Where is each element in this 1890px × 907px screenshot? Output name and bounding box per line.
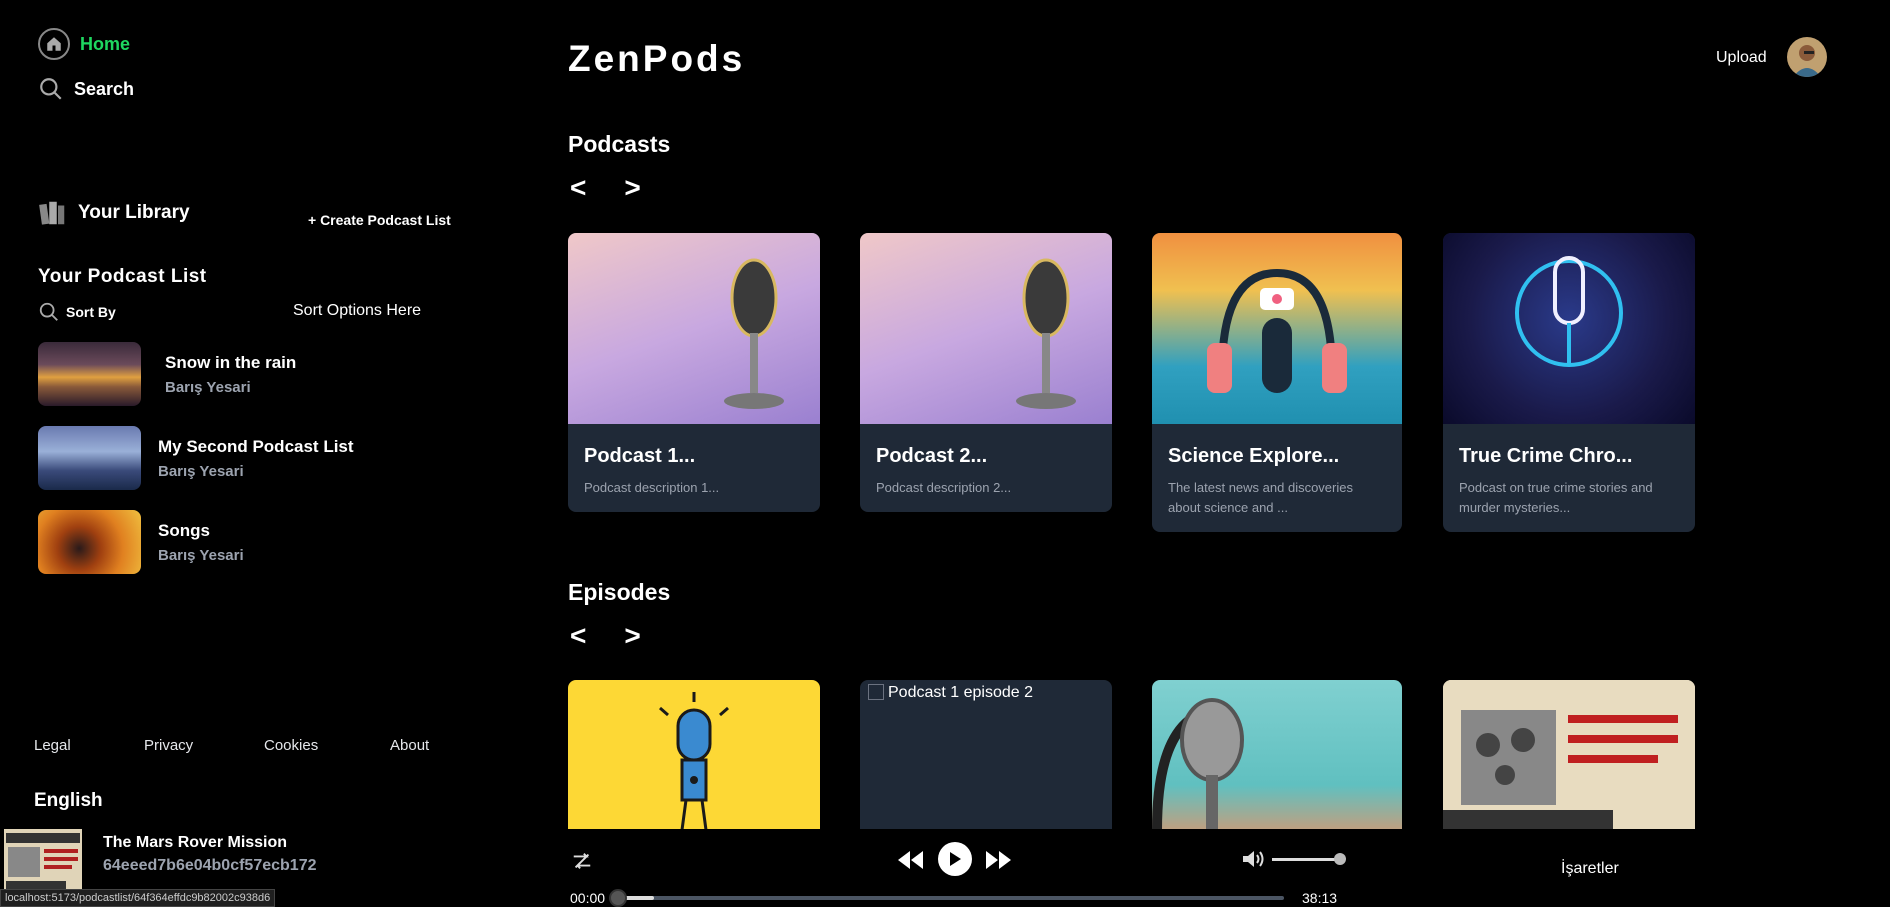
microphone-icon xyxy=(659,692,729,830)
podcast-card-description: Podcast description 1... xyxy=(584,480,720,495)
episode-card[interactable]: Podcast 1 episode 2 xyxy=(860,680,1112,830)
status-url: localhost:5173/podcastlist/64f364effdc9b… xyxy=(0,889,276,907)
episodes-carousel-nav: < > xyxy=(570,620,641,652)
library-icon xyxy=(39,201,65,225)
nav-home-label: Home xyxy=(80,33,131,54)
playlist-item[interactable]: My Second Podcast List Barış Yesari xyxy=(38,426,354,490)
sort-options[interactable]: Sort Options Here xyxy=(293,302,421,320)
upload-button[interactable]: Upload xyxy=(1716,49,1767,67)
app-root: Home Search Your Library + Create Podcas… xyxy=(0,0,1890,907)
markers-button[interactable]: İşaretler xyxy=(1561,860,1619,878)
nav-search[interactable]: Search xyxy=(38,76,134,102)
episode-cover xyxy=(1443,680,1695,830)
microphone-icon xyxy=(1152,698,1244,830)
progress-bar-handle[interactable] xyxy=(609,889,627,907)
episode-image-broken: Podcast 1 episode 2 xyxy=(860,680,1112,706)
podcast-card-description: Podcast on true crime stories and murder… xyxy=(1459,480,1653,515)
playlist-name: My Second Podcast List xyxy=(158,436,354,456)
app-logo: ZenPods xyxy=(568,38,746,79)
prev-arrow-button[interactable]: < xyxy=(570,172,586,204)
prev-arrow-button[interactable]: < xyxy=(570,620,586,652)
podcast-card-title: True Crime Chro... xyxy=(1459,445,1633,467)
podcast-cover xyxy=(1152,233,1402,424)
rewind-icon xyxy=(898,851,923,869)
podcast-card[interactable]: Podcast 1... Podcast description 1... xyxy=(568,233,820,512)
create-podcast-list-button[interactable]: + Create Podcast List xyxy=(308,212,451,228)
podcast-card-description: The latest news and discoveries about sc… xyxy=(1168,480,1353,515)
search-icon xyxy=(40,78,62,100)
episodes-section-title: Episodes xyxy=(568,579,671,605)
footer-link-about[interactable]: About xyxy=(390,737,429,754)
podcasts-carousel-nav: < > xyxy=(570,172,641,204)
library-label: Your Library xyxy=(78,202,190,223)
playlist-item[interactable]: Snow in the rain Barış Yesari xyxy=(38,342,296,406)
playlist-author: Barış Yesari xyxy=(158,546,244,564)
next-arrow-button[interactable]: > xyxy=(624,620,640,652)
now-playing-title: The Mars Rover Mission xyxy=(103,834,288,851)
search-icon xyxy=(39,302,58,321)
podcast-cover xyxy=(568,233,820,424)
footer-link-cookies[interactable]: Cookies xyxy=(264,737,318,754)
podcast-card[interactable]: Podcast 2... Podcast description 2... xyxy=(860,233,1112,512)
playlist-author: Barış Yesari xyxy=(165,378,251,396)
podcast-cover xyxy=(860,233,1112,424)
episode-card[interactable] xyxy=(568,680,820,830)
volume-button[interactable] xyxy=(1240,848,1266,870)
sort-by-label: Sort By xyxy=(66,304,116,320)
shuffle-icon xyxy=(573,853,591,869)
podcast-card-title: Podcast 1... xyxy=(584,445,696,467)
sort-by-button[interactable]: Sort By xyxy=(38,301,116,323)
language-selector[interactable]: English xyxy=(34,790,103,812)
library-header[interactable]: Your Library xyxy=(38,198,190,228)
broken-image-icon xyxy=(868,684,884,700)
playlist-author: Barış Yesari xyxy=(158,462,244,480)
playlist-item[interactable]: Songs Barış Yesari xyxy=(38,510,244,574)
home-icon xyxy=(38,28,70,60)
next-arrow-button[interactable]: > xyxy=(624,172,640,204)
podcast-list-title: Your Podcast List xyxy=(38,266,207,287)
time-total: 38:13 xyxy=(1302,890,1338,906)
playlist-thumbnail xyxy=(38,342,141,406)
nav-home[interactable]: Home xyxy=(38,28,130,60)
podcast-card-title: Science Explore... xyxy=(1168,445,1340,467)
volume-slider-handle[interactable] xyxy=(1334,853,1346,865)
shuffle-button[interactable] xyxy=(570,849,594,873)
now-playing-cover xyxy=(4,829,82,893)
nav-search-label: Search xyxy=(74,78,135,99)
play-icon xyxy=(950,852,961,866)
episode-card[interactable] xyxy=(1152,680,1402,830)
playlist-thumbnail xyxy=(38,426,141,490)
rewind-button[interactable] xyxy=(895,847,925,873)
podcast-card-description: Podcast description 2... xyxy=(876,480,1012,495)
episode-image-alt: Podcast 1 episode 2 xyxy=(888,684,1033,701)
podcast-card[interactable]: True Crime Chro... Podcast on true crime… xyxy=(1443,233,1695,532)
progress-bar[interactable] xyxy=(609,889,1284,907)
avatar[interactable] xyxy=(1787,37,1827,77)
episode-card[interactable] xyxy=(1443,680,1695,830)
play-button[interactable] xyxy=(938,842,972,876)
footer-link-privacy[interactable]: Privacy xyxy=(144,737,193,754)
playlist-thumbnail xyxy=(38,510,141,574)
podcasts-section-title: Podcasts xyxy=(568,131,671,157)
podcast-card[interactable]: Science Explore... The latest news and d… xyxy=(1152,233,1402,532)
fast-forward-icon xyxy=(986,851,1011,869)
playlist-name: Snow in the rain xyxy=(165,352,297,372)
playlist-name: Songs xyxy=(158,520,210,540)
volume-icon xyxy=(1243,851,1264,867)
podcast-card-title: Podcast 2... xyxy=(876,445,988,467)
now-playing-subtitle: 64eeed7b6e04b0cf57ecb172 xyxy=(103,857,317,874)
footer-link-legal[interactable]: Legal xyxy=(34,737,71,754)
time-current: 00:00 xyxy=(570,890,606,906)
fast-forward-button[interactable] xyxy=(984,847,1014,873)
volume-slider[interactable] xyxy=(1272,858,1342,861)
podcast-cover xyxy=(1443,233,1695,424)
